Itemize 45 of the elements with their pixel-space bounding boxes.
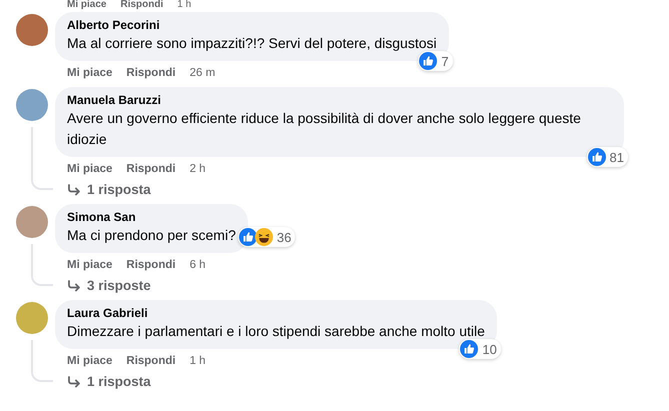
thumbs-up-icon: [238, 228, 257, 246]
thread-line: [31, 244, 53, 286]
laughing-face-icon: [254, 228, 273, 246]
like-link[interactable]: Mi piace: [67, 355, 112, 367]
comment-time: 6 h: [190, 259, 206, 271]
reactions-badge[interactable]: 7: [418, 51, 453, 71]
view-replies-link[interactable]: 1 risposta: [67, 374, 151, 390]
view-replies-link[interactable]: 1 risposta: [67, 182, 151, 198]
like-link[interactable]: Mi piace: [67, 163, 112, 175]
avatar[interactable]: [16, 302, 48, 334]
like-link[interactable]: Mi piace: [67, 67, 112, 79]
comment-author[interactable]: Laura Gabrieli: [67, 306, 485, 321]
comment-author[interactable]: Manuela Baruzzi: [67, 93, 612, 108]
reply-link[interactable]: Rispondi: [126, 259, 176, 271]
comment-author[interactable]: Simona San: [67, 210, 236, 225]
avatar[interactable]: [16, 89, 48, 121]
like-link[interactable]: Mi piace: [67, 0, 106, 10]
comment-author[interactable]: Alberto Pecorini: [67, 18, 437, 33]
reactions-badge[interactable]: 36: [238, 227, 296, 247]
comment-text: Avere un governo efficiente riduce la possibilità di dover anche solo leggere queste idiozie: [67, 109, 582, 149]
reply-link[interactable]: Rispondi: [126, 163, 176, 175]
comment-text: Ma ci prendono per scemi?: [67, 226, 236, 245]
thumbs-up-icon: [460, 340, 478, 358]
comment-time: 2 h: [190, 163, 206, 175]
reply-link[interactable]: Rispondi: [120, 0, 164, 10]
reactions-badge[interactable]: 81: [586, 147, 628, 167]
view-replies-link[interactable]: 3 risposte: [67, 278, 151, 294]
thread-line: [31, 127, 53, 190]
comment-time: 1 h: [190, 355, 206, 367]
like-link[interactable]: Mi piace: [67, 259, 112, 271]
reply-arrow-icon: [67, 184, 81, 196]
comment-text: Dimezzare i parlamentari e i loro stipendi sarebbe anche molto utile: [67, 322, 485, 341]
reply-arrow-icon: [67, 376, 81, 388]
reactions-badge[interactable]: 10: [459, 339, 501, 359]
reply-link[interactable]: Rispondi: [126, 355, 176, 367]
reply-link[interactable]: Rispondi: [126, 67, 176, 79]
comment-time: 1 h: [177, 0, 192, 10]
comment-time: 26 m: [190, 67, 216, 79]
reply-arrow-icon: [67, 280, 81, 292]
thumbs-up-icon: [419, 52, 438, 70]
comment-text: Ma al corriere sono impazziti?!? Servi del potere, disgustosi: [67, 34, 437, 53]
avatar[interactable]: [16, 206, 48, 238]
thread-line: [31, 340, 53, 382]
thumbs-up-icon: [588, 148, 606, 166]
avatar[interactable]: [16, 14, 48, 46]
